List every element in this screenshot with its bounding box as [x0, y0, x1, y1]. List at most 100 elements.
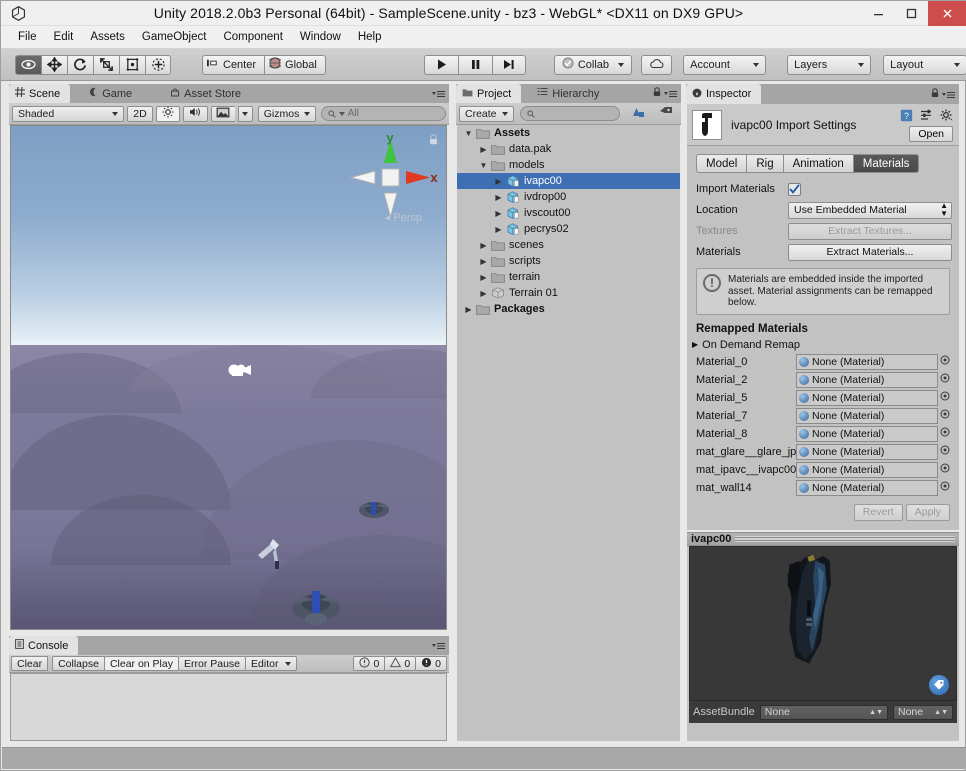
object-picker-icon[interactable] [938, 481, 952, 494]
material-object-field[interactable]: None (Material) [796, 425, 938, 442]
material-object-field[interactable]: None (Material) [796, 353, 938, 370]
tab-asset-store[interactable]: Asset Store [164, 84, 251, 103]
tree-arrow-icon[interactable]: ▶ [478, 289, 489, 298]
tree-item-pecrys02[interactable]: ▶ pecrys02 [457, 221, 680, 237]
menu-help[interactable]: Help [350, 29, 390, 45]
tree-arrow-icon[interactable]: ▶ [493, 177, 504, 186]
layout-dropdown[interactable]: Layout [883, 54, 966, 75]
panel-menu-icon[interactable] [664, 90, 677, 100]
assetbundle-variant-dropdown[interactable]: None ▲▼ [893, 704, 953, 720]
tree-arrow-icon[interactable]: ▶ [493, 193, 504, 202]
menu-assets[interactable]: Assets [82, 29, 133, 45]
project-search-input[interactable] [519, 106, 620, 121]
console-error-count[interactable]: 0 [416, 656, 447, 671]
tree-arrow-icon[interactable]: ▶ [478, 145, 489, 154]
shading-mode-dropdown[interactable]: Shaded [12, 105, 125, 122]
panel-menu-icon[interactable] [432, 642, 445, 652]
step-button[interactable] [491, 54, 526, 75]
collab-button[interactable]: Collab [553, 54, 633, 75]
object-picker-icon[interactable] [938, 373, 952, 386]
on-demand-remap-foldout[interactable]: ▶ On Demand Remap [692, 337, 959, 353]
menu-component[interactable]: Component [215, 29, 290, 45]
tree-item-ivscout00[interactable]: ▶ ivscout00 [457, 205, 680, 221]
location-dropdown[interactable]: Use Embedded Material ▲ ▼ [788, 201, 952, 219]
space-mode-button[interactable]: Global [264, 54, 326, 75]
console-collapse-button[interactable]: Collapse [52, 656, 105, 671]
close-button[interactable] [928, 0, 966, 26]
preview-resize-grip[interactable] [735, 536, 955, 542]
rect-transform-tool-button[interactable] [119, 54, 145, 75]
create-dropdown[interactable]: Create [459, 105, 514, 122]
assetbundle-name-dropdown[interactable]: None ▲▼ [759, 704, 888, 720]
console-clear-on-play-button[interactable]: Clear on Play [104, 656, 179, 671]
tree-item-models[interactable]: ▼ models [457, 157, 680, 173]
menu-window[interactable]: Window [292, 29, 349, 45]
import-materials-checkbox[interactable] [788, 182, 801, 196]
filter-by-type-button[interactable] [627, 106, 651, 122]
material-object-field[interactable]: None (Material) [796, 461, 938, 478]
effects-dropdown[interactable] [237, 105, 253, 122]
scene-camera-gizmo[interactable] [226, 362, 254, 385]
tab-scene[interactable]: Scene [9, 84, 71, 103]
lighting-toggle-button[interactable] [155, 105, 180, 122]
console-info-count[interactable]: 0 [353, 656, 386, 671]
tree-arrow-icon[interactable]: ▼ [478, 161, 489, 170]
pause-button[interactable] [457, 54, 492, 75]
tree-arrow-icon[interactable]: ▶ [493, 209, 504, 218]
audio-toggle-button[interactable] [182, 105, 208, 122]
pivot-mode-button[interactable]: Center [202, 54, 265, 75]
play-button[interactable] [423, 54, 458, 75]
console-editor-dropdown[interactable]: Editor [246, 656, 298, 671]
menu-gameobject[interactable]: GameObject [134, 29, 215, 45]
move-tool-button[interactable] [41, 54, 67, 75]
scale-tool-button[interactable] [93, 54, 119, 75]
apply-button[interactable]: Apply [905, 503, 950, 521]
tree-arrow-icon[interactable]: ▼ [463, 129, 474, 138]
tree-item-ivapc00[interactable]: ▶ ivapc00 [457, 173, 680, 189]
preset-icon[interactable] [920, 109, 933, 125]
console-clear-button[interactable]: Clear [11, 656, 49, 671]
maximize-button[interactable] [895, 1, 928, 26]
menu-edit[interactable]: Edit [46, 29, 82, 45]
filter-by-label-button[interactable] [654, 106, 678, 122]
scene-view[interactable]: y x ◂ Persp [10, 125, 447, 630]
extract-textures-button[interactable]: Extract Textures... [788, 222, 952, 240]
tree-item-scenes[interactable]: ▶ scenes [457, 237, 680, 253]
menu-file[interactable]: File [10, 29, 45, 45]
scene-model-ivapc-2[interactable] [290, 586, 343, 629]
label-tag-icon[interactable] [929, 675, 949, 695]
material-object-field[interactable]: None (Material) [796, 371, 938, 388]
console-log-area[interactable] [10, 673, 447, 741]
lock-icon[interactable] [653, 87, 661, 100]
material-object-field[interactable]: None (Material) [796, 479, 938, 496]
scene-projection-label[interactable]: ◂ Persp [385, 211, 422, 224]
object-picker-icon[interactable] [938, 463, 952, 476]
object-picker-icon[interactable] [938, 355, 952, 368]
material-object-field[interactable]: None (Material) [796, 407, 938, 424]
cloud-button[interactable] [641, 54, 673, 75]
material-object-field[interactable]: None (Material) [796, 389, 938, 406]
object-picker-icon[interactable] [938, 427, 952, 440]
panel-menu-icon[interactable] [942, 91, 955, 101]
tree-arrow-icon[interactable]: ▶ [478, 257, 489, 266]
tab-hierarchy[interactable]: Hierarchy [531, 84, 609, 103]
scene-model-ivscout[interactable] [256, 531, 292, 574]
scene-model-ivapc-1[interactable] [357, 497, 391, 525]
open-button[interactable]: Open [909, 126, 953, 142]
panel-menu-icon[interactable] [432, 90, 445, 100]
console-error-pause-button[interactable]: Error Pause [178, 656, 247, 671]
project-asset-tree[interactable]: ▼ Assets ▶ data.pak ▼ models ▶ ivapc00 ▶ ivdrop00… [457, 125, 680, 741]
tab-animation[interactable]: Animation [782, 154, 853, 173]
console-warning-count[interactable]: 0 [385, 656, 417, 671]
tab-rig[interactable]: Rig [746, 154, 783, 173]
tree-item-assets[interactable]: ▼ Assets [457, 125, 680, 141]
tab-project[interactable]: Project [456, 84, 522, 103]
tree-item-ivdrop00[interactable]: ▶ ivdrop00 [457, 189, 680, 205]
tab-materials[interactable]: Materials [852, 154, 920, 173]
layers-dropdown[interactable]: Layers [787, 54, 872, 75]
object-picker-icon[interactable] [938, 445, 952, 458]
revert-button[interactable]: Revert [853, 503, 903, 521]
account-dropdown[interactable]: Account [683, 54, 767, 75]
preview-header[interactable]: ivapc00 [687, 532, 959, 546]
object-picker-icon[interactable] [938, 409, 952, 422]
